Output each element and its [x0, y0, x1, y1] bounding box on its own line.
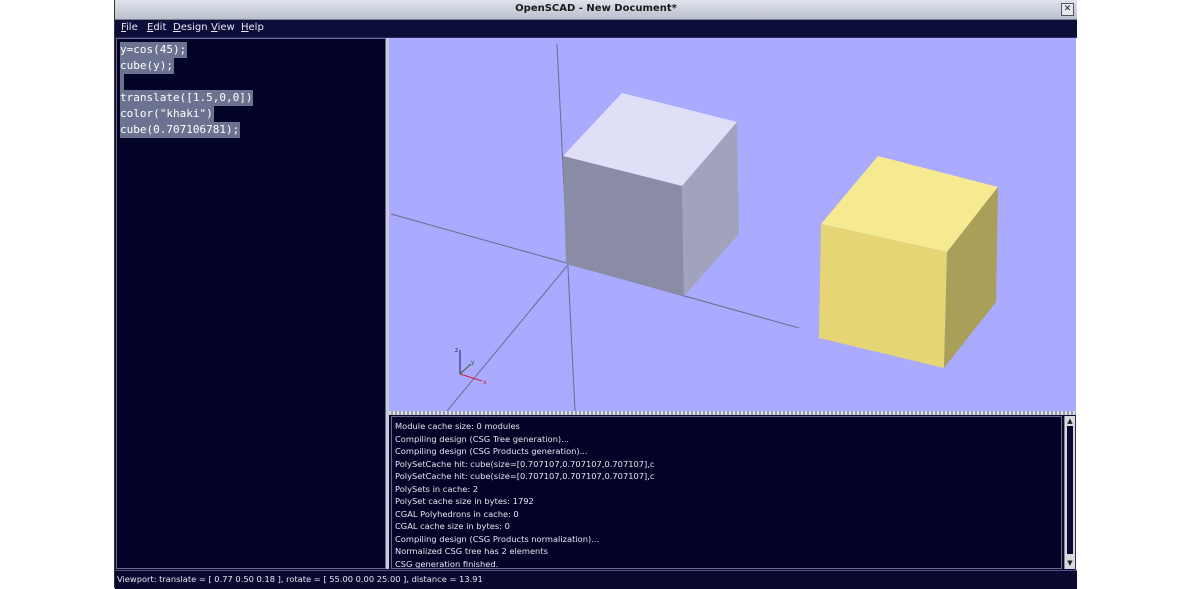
y-axis-line [446, 265, 568, 411]
code-line-blank[interactable] [120, 74, 124, 90]
code-line[interactable]: y=cos(45); [120, 42, 188, 58]
status-bar: Viewport: translate = [ 0.77 0.50 0.18 ]… [115, 570, 1077, 589]
code-line[interactable]: color("khaki") [120, 106, 214, 122]
console-line: Module cache size: 0 modules [395, 421, 520, 431]
scroll-thumb[interactable] [1067, 426, 1073, 554]
close-icon[interactable]: ✕ [1061, 3, 1074, 16]
console-output[interactable]: Module cache size: 0 modules Compiling d… [391, 416, 1062, 569]
scroll-down-icon[interactable]: ▼ [1066, 559, 1074, 567]
console-line: Compiling design (CSG Tree generation)..… [395, 433, 570, 444]
openscad-window: OpenSCAD - New Document* ✕ File Edit Des… [114, 0, 1077, 589]
window-title: OpenSCAD - New Document* [515, 3, 677, 14]
console-line: Compiling design (CSG Products generatio… [395, 446, 588, 456]
code-line[interactable]: cube(0.707106781); [120, 122, 241, 138]
code-editor[interactable]: y=cos(45); cube(y); translate([1.5,0,0])… [116, 38, 386, 569]
console-line: Normalized CSG tree has 2 elements [395, 546, 548, 556]
console-line: CGAL Polyhedrons in cache: 0 [395, 508, 519, 519]
menu-bar: File Edit Design View Help [115, 20, 1077, 38]
console-line: CGAL cache size in bytes: 0 [395, 521, 510, 531]
gizmo-x-label: x [483, 379, 487, 386]
menu-view[interactable]: View [211, 22, 235, 33]
gizmo-y-label: y [471, 359, 475, 366]
console-line: PolySet cache size in bytes: 1792 [395, 496, 534, 506]
viewport-scene: z y x [390, 43, 998, 411]
3d-viewport[interactable]: z y x [389, 38, 1076, 411]
console-line: Compiling design (CSG Products normaliza… [395, 533, 600, 544]
console-line: PolySetCache hit: cube(size=[0.707107,0.… [395, 471, 655, 481]
horizontal-splitter[interactable] [389, 411, 1076, 415]
viewport-status: Viewport: translate = [ 0.77 0.50 0.18 ]… [117, 574, 483, 584]
gizmo-x-axis [459, 373, 483, 382]
menu-help[interactable]: Help [241, 22, 264, 33]
console-scrollbar[interactable]: ▲ ▼ [1064, 416, 1075, 569]
gizmo-z-label: z [455, 347, 458, 354]
console-line: CSG generation finished. [395, 558, 499, 569]
menu-design[interactable]: Design [173, 22, 208, 33]
code-line[interactable]: translate([1.5,0,0]) [120, 90, 254, 106]
gizmo-y-axis [459, 363, 472, 375]
code-line[interactable]: cube(y); [120, 58, 174, 74]
console-line: PolySetCache hit: cube(size=[0.707107,0.… [395, 458, 655, 469]
console-line: PolySets in cache: 2 [395, 483, 479, 494]
menu-file[interactable]: File [121, 22, 138, 33]
menu-edit[interactable]: Edit [147, 22, 166, 33]
scroll-up-icon[interactable]: ▲ [1066, 417, 1074, 425]
title-bar[interactable]: OpenSCAD - New Document* ✕ [115, 0, 1077, 20]
